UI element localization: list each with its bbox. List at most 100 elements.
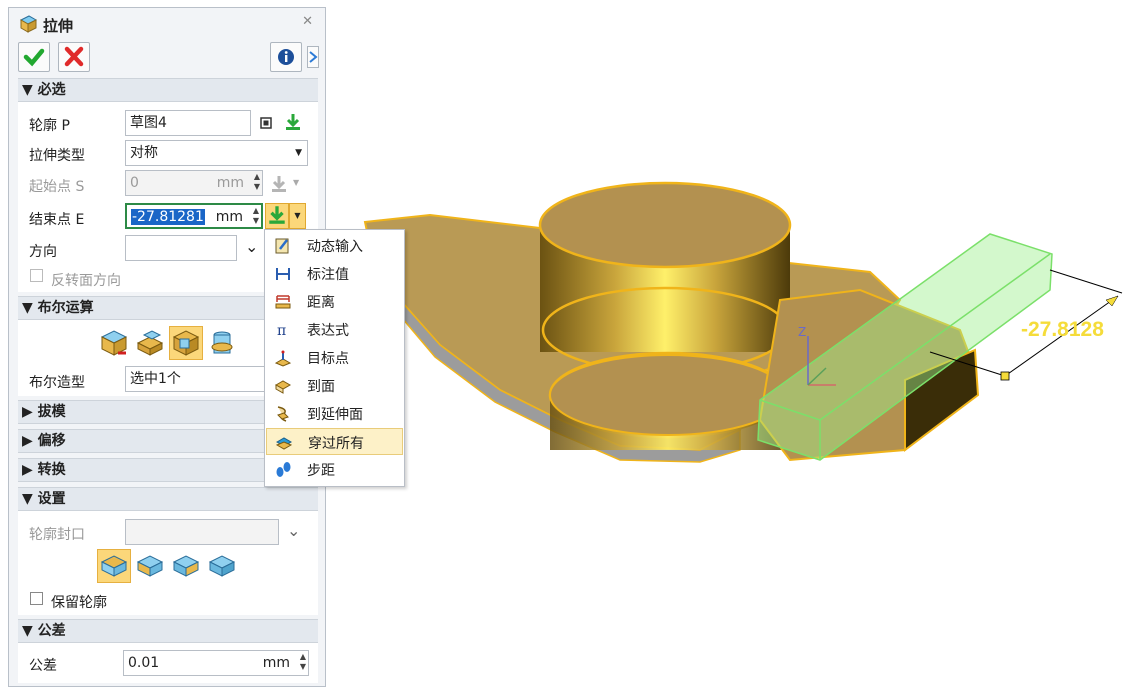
end-dropdown-button[interactable]: ▼	[289, 203, 306, 229]
help-button[interactable]	[307, 46, 319, 68]
help-icon	[309, 51, 318, 63]
tolerance-unit: mm	[262, 655, 290, 671]
boolean-shape-label: 布尔造型	[29, 375, 85, 391]
profile-label: 轮廓 P	[29, 118, 70, 134]
menu-item-to-face[interactable]: 到面	[266, 372, 403, 399]
spinner-icon[interactable]: ▲ ▼	[300, 652, 306, 672]
menu-item-label: 到面	[307, 379, 335, 395]
menu-item-target-point[interactable]: 目标点	[266, 344, 403, 371]
cap-mode-2-button[interactable]	[133, 549, 167, 583]
cap-mode-3-button[interactable]	[169, 549, 203, 583]
section-required-title: 必选	[37, 82, 66, 98]
reverse-checkbox[interactable]	[30, 269, 43, 282]
chevron-down-icon[interactable]: ⌄	[287, 521, 300, 540]
viewport-3d[interactable]: Z	[330, 150, 1130, 480]
menu-item-steps[interactable]: 步距	[266, 456, 403, 483]
to-extended-face-icon	[277, 406, 289, 422]
boolean-subtract-icon	[172, 330, 200, 356]
boolean-shape-field[interactable]: 选中1个	[125, 366, 275, 392]
dimension-handle[interactable]	[1000, 371, 1010, 381]
pi-icon: π	[277, 323, 286, 339]
start-point-label: 起始点 S	[29, 179, 85, 195]
ok-button[interactable]	[18, 42, 50, 72]
tolerance-value: 0.01	[128, 655, 160, 671]
section-tolerance-header[interactable]: ▼ 公差	[18, 619, 318, 643]
profile-cap-label: 轮廓封口	[29, 527, 85, 543]
boolean-intersect-button[interactable]	[205, 326, 239, 360]
menu-item-label: 目标点	[307, 351, 349, 367]
menu-item-to-extended-face[interactable]: 到延伸面	[266, 400, 403, 427]
extrude-type-value: 对称	[130, 145, 158, 161]
end-pick-button[interactable]	[265, 203, 289, 229]
menu-item-dynamic-input[interactable]: 动态输入	[266, 232, 403, 259]
steps-icon	[276, 462, 291, 477]
tolerance-field[interactable]: 0.01 mm ▲ ▼	[123, 650, 309, 676]
boolean-intersect-icon	[211, 331, 233, 354]
section-draft-title: 拔模	[37, 404, 66, 420]
info-button[interactable]	[270, 42, 302, 72]
cap-mode-4-button[interactable]	[205, 549, 239, 583]
dropdown-arrow-icon: ▼	[295, 148, 302, 158]
collapse-arrow-icon: ▼	[22, 300, 38, 316]
extrude-icon	[18, 14, 38, 38]
dropdown-arrow-icon: ▼	[294, 211, 301, 220]
keep-profile-checkbox[interactable]	[30, 592, 43, 605]
boolean-subtract-button[interactable]	[169, 326, 203, 360]
section-settings-header[interactable]: ▼ 设置	[18, 487, 318, 511]
end-point-label: 结束点 E	[29, 212, 85, 228]
cap-mode-1-button[interactable]	[97, 549, 131, 583]
panel-title: 拉伸	[43, 17, 74, 35]
dimension-value[interactable]: -27.8128	[1021, 318, 1104, 342]
extrude-type-label: 拉伸类型	[29, 148, 85, 164]
collapse-arrow-icon: ▼	[22, 82, 38, 98]
menu-item-distance[interactable]: 距离	[266, 288, 403, 315]
part-cylinder-top[interactable]	[538, 181, 792, 269]
start-point-unit: mm	[216, 175, 244, 191]
select-mode-icon[interactable]	[259, 116, 273, 134]
menu-item-label: 表达式	[307, 323, 349, 339]
profile-cap-field[interactable]	[125, 519, 279, 545]
extrude-type-select[interactable]: 对称 ▼	[125, 140, 308, 166]
start-pick-icon[interactable]	[269, 174, 289, 198]
dimension-icon	[276, 268, 290, 280]
tolerance-label: 公差	[29, 658, 57, 674]
menu-item-through-all[interactable]: 穿过所有	[266, 428, 403, 455]
section-boolean-title: 布尔运算	[37, 300, 94, 316]
x-icon	[64, 46, 84, 67]
menu-item-expression[interactable]: π 表达式	[266, 316, 403, 343]
cap-mode-3-icon	[172, 555, 200, 577]
section-offset-title: 偏移	[37, 433, 66, 449]
direction-label: 方向	[29, 244, 57, 260]
cap-mode-4-icon	[208, 555, 236, 577]
menu-item-label: 到延伸面	[307, 407, 363, 423]
pick-download-icon	[269, 206, 285, 224]
pick-download-icon[interactable]	[283, 112, 303, 136]
cap-mode-2-icon	[136, 555, 164, 577]
chevron-down-icon[interactable]: ⌄	[245, 237, 258, 256]
end-point-value: -27.81281	[131, 209, 205, 225]
start-point-field[interactable]: 0 mm ▲ ▼	[125, 170, 263, 196]
dimension-extension	[1049, 269, 1123, 294]
boolean-base-icon	[100, 330, 128, 356]
through-all-icon	[275, 437, 293, 450]
section-required-header[interactable]: ▼ 必选	[18, 78, 318, 102]
menu-item-dimension-value[interactable]: 标注值	[266, 260, 403, 287]
dimension-arrow-icon	[1105, 295, 1119, 307]
close-icon[interactable]: ✕	[302, 14, 313, 29]
spinner-icon[interactable]: ▲ ▼	[254, 172, 260, 192]
to-face-icon	[274, 380, 292, 394]
cancel-button[interactable]	[58, 42, 90, 72]
end-point-field[interactable]: -27.81281 mm ▲ ▼	[125, 203, 263, 229]
start-dropdown-icon[interactable]: ▼	[293, 178, 299, 187]
boolean-add-button[interactable]	[133, 326, 167, 360]
keep-profile-label: 保留轮廓	[51, 595, 107, 611]
boolean-base-button[interactable]	[97, 326, 131, 360]
profile-value: 草图4	[130, 115, 167, 131]
expand-arrow-icon: ▶	[22, 404, 38, 420]
expand-arrow-icon: ▶	[22, 462, 38, 478]
direction-field[interactable]	[125, 235, 237, 261]
distance-icon	[275, 295, 291, 309]
profile-field[interactable]: 草图4	[125, 110, 251, 136]
spinner-icon[interactable]: ▲ ▼	[253, 206, 259, 226]
check-icon	[23, 48, 45, 67]
